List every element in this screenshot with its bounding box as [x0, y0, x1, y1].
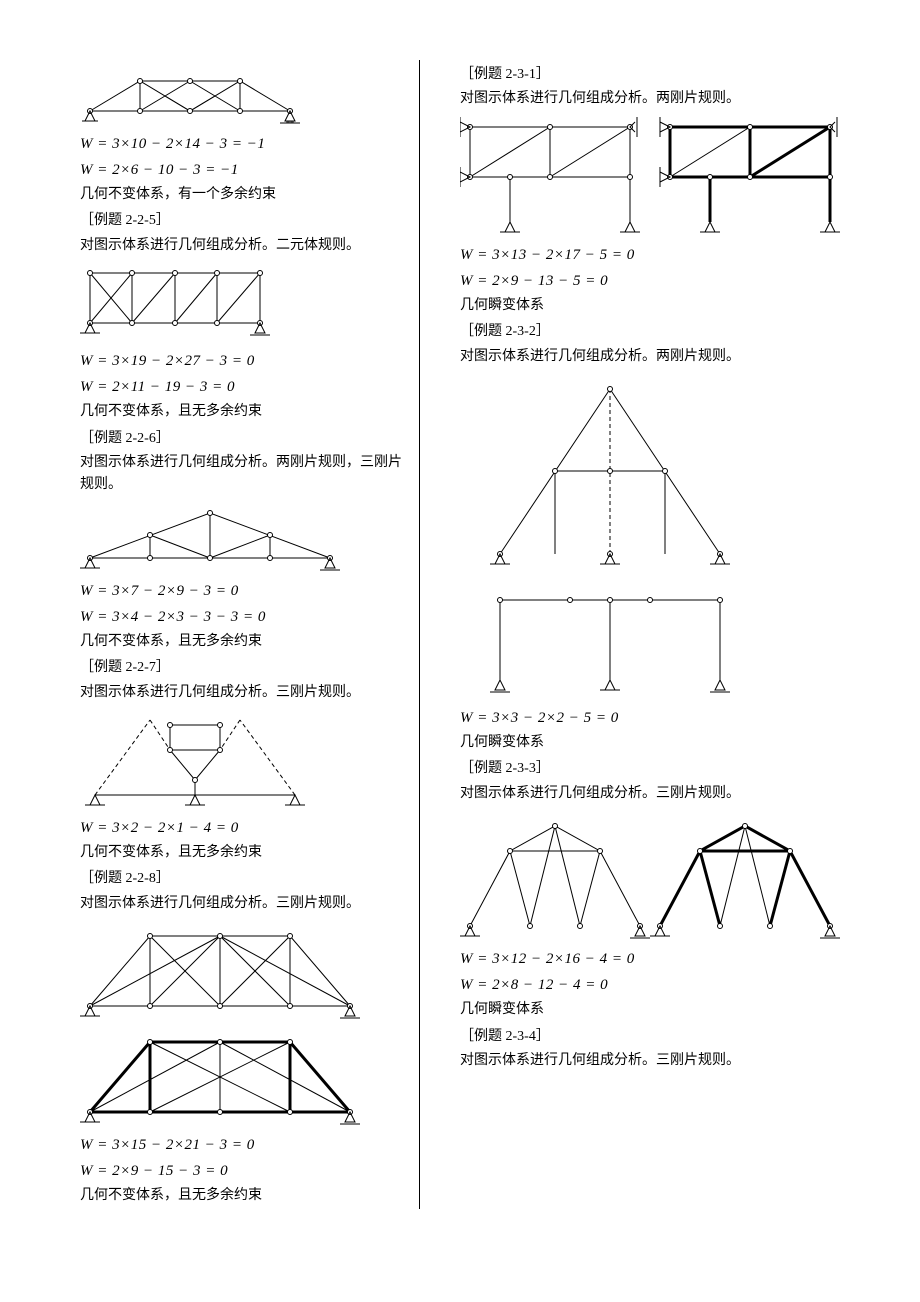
formula: W = 2×11 − 19 − 3 = 0: [80, 375, 409, 399]
problem-text: 对图示体系进行几何组成分析。两刚片规则。: [460, 346, 840, 368]
problem-text: 对图示体系进行几何组成分析。二元体规则。: [80, 235, 409, 257]
right-column: ［例题 2-3-1］ 对图示体系进行几何组成分析。两刚片规则。: [450, 60, 850, 1209]
formula: W = 3×2 − 2×1 − 4 = 0: [80, 816, 409, 840]
conclusion-text: 几何不变体系，且无多余约束: [80, 842, 409, 864]
conclusion-text: 几何不变体系，有一个多余约束: [80, 184, 409, 206]
formula: W = 3×13 − 2×17 − 5 = 0: [460, 243, 840, 267]
example-label: ［例题 2-2-7］: [80, 657, 409, 679]
problem-text: 对图示体系进行几何组成分析。三刚片规则。: [80, 893, 409, 915]
figure-2-3-2b: [460, 580, 760, 700]
formula: W = 3×12 − 2×16 − 4 = 0: [460, 947, 840, 971]
figure-2-3-1: [460, 117, 840, 237]
formula: W = 2×8 − 12 − 4 = 0: [460, 973, 840, 997]
conclusion-text: 几何瞬变体系: [460, 732, 840, 754]
figure-2-2-7: [80, 710, 310, 810]
figure-2-2-4b: [80, 66, 300, 126]
formula: W = 3×4 − 2×3 − 3 − 3 = 0: [80, 605, 409, 629]
example-label: ［例题 2-3-3］: [460, 758, 840, 780]
problem-text: 对图示体系进行几何组成分析。三刚片规则。: [460, 1050, 840, 1072]
formula: W = 3×19 − 2×27 − 3 = 0: [80, 349, 409, 373]
formula: W = 3×10 − 2×14 − 3 = −1: [80, 132, 409, 156]
example-label: ［例题 2-2-5］: [80, 210, 409, 232]
conclusion-text: 几何瞬变体系: [460, 999, 840, 1021]
figure-2-3-2a: [460, 374, 760, 574]
formula: W = 3×3 − 2×2 − 5 = 0: [460, 706, 840, 730]
formula: W = 2×9 − 13 − 5 = 0: [460, 269, 840, 293]
example-label: ［例题 2-3-1］: [460, 64, 840, 86]
conclusion-text: 几何不变体系，且无多余约束: [80, 1185, 409, 1207]
problem-text: 对图示体系进行几何组成分析。三刚片规则。: [80, 682, 409, 704]
figure-2-2-8b: [80, 1027, 360, 1127]
example-label: ［例题 2-2-6］: [80, 428, 409, 450]
figure-2-2-8a: [80, 921, 360, 1021]
conclusion-text: 几何瞬变体系: [460, 295, 840, 317]
example-label: ［例题 2-3-4］: [460, 1026, 840, 1048]
figure-2-2-6: [80, 503, 340, 573]
formula: W = 2×9 − 15 − 3 = 0: [80, 1159, 409, 1183]
left-column: W = 3×10 − 2×14 − 3 = −1 W = 2×6 − 10 − …: [70, 60, 420, 1209]
formula: W = 3×7 − 2×9 − 3 = 0: [80, 579, 409, 603]
problem-text: 对图示体系进行几何组成分析。两刚片规则。: [460, 88, 840, 110]
page-columns: W = 3×10 − 2×14 − 3 = −1 W = 2×6 − 10 − …: [70, 60, 850, 1209]
figure-2-3-3: [460, 811, 840, 941]
conclusion-text: 几何不变体系，且无多余约束: [80, 631, 409, 653]
conclusion-text: 几何不变体系，且无多余约束: [80, 401, 409, 423]
formula: W = 3×15 − 2×21 − 3 = 0: [80, 1133, 409, 1157]
example-label: ［例题 2-2-8］: [80, 868, 409, 890]
problem-text: 对图示体系进行几何组成分析。三刚片规则。: [460, 783, 840, 805]
figure-2-2-5: [80, 263, 280, 343]
problem-text: 对图示体系进行几何组成分析。两刚片规则，三刚片规则。: [80, 452, 409, 497]
example-label: ［例题 2-3-2］: [460, 321, 840, 343]
formula: W = 2×6 − 10 − 3 = −1: [80, 158, 409, 182]
